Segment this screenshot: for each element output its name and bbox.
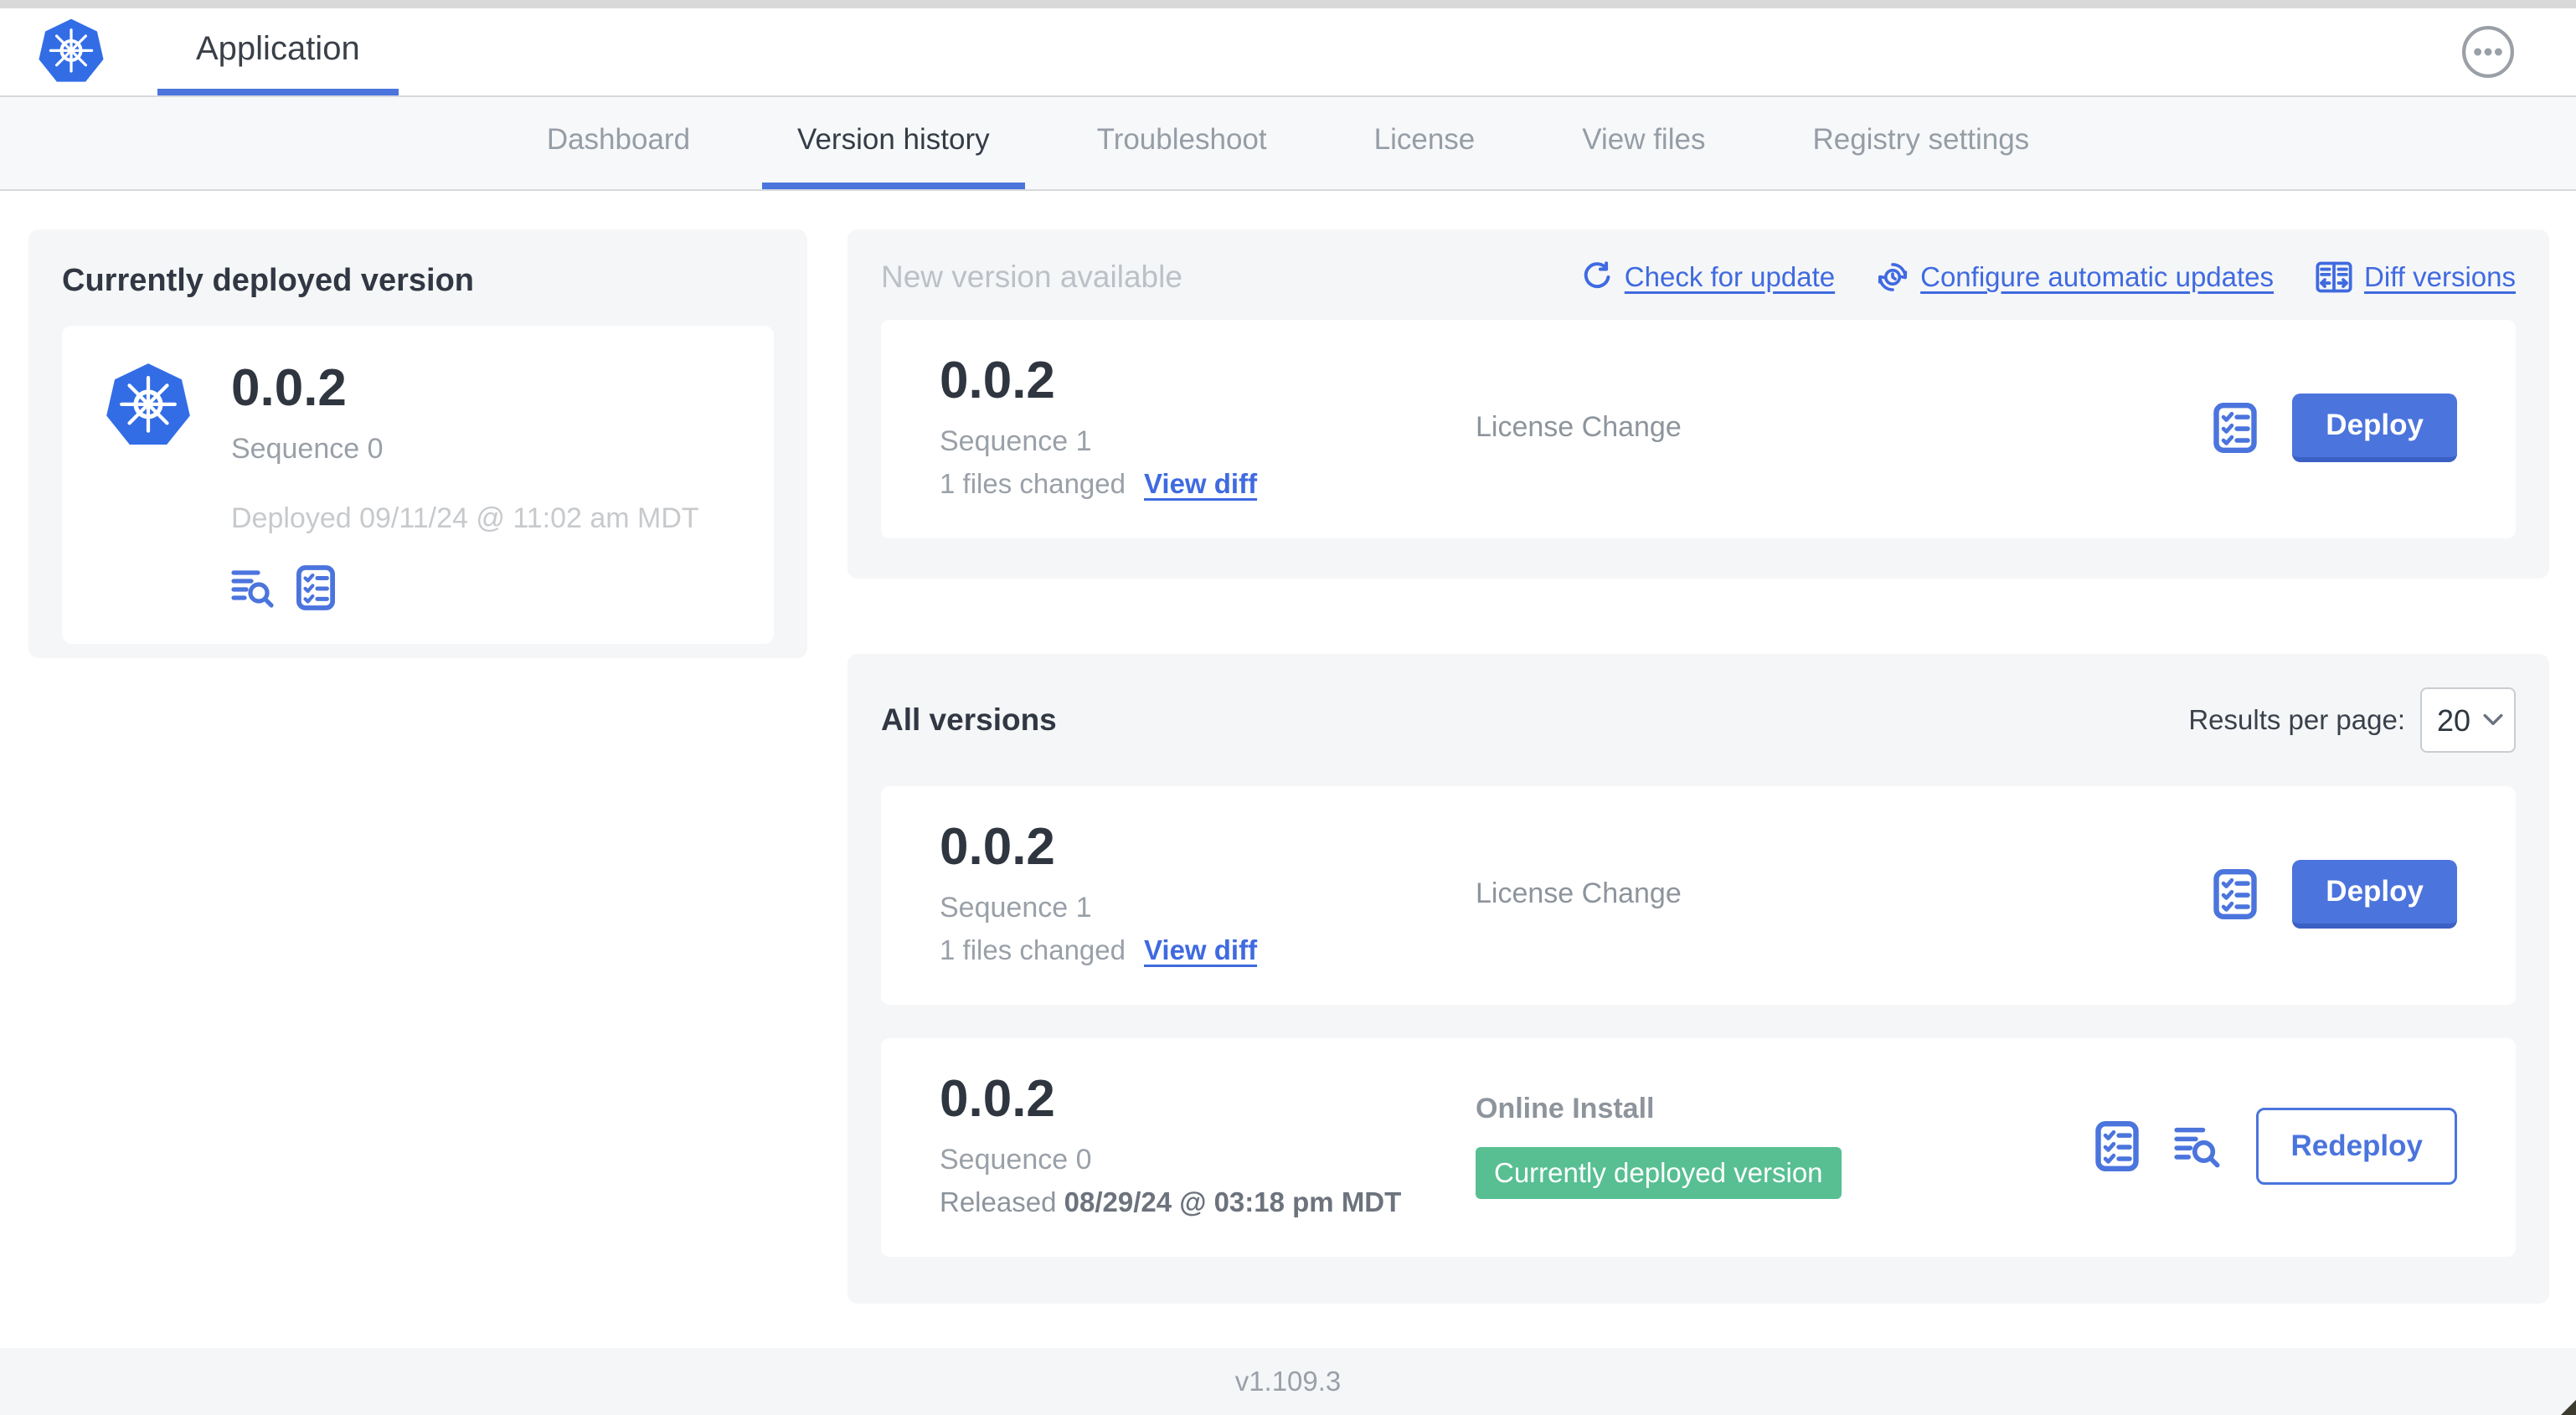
preflight-checks-button[interactable] — [2213, 402, 2258, 453]
currently-deployed-badge: Currently deployed version — [1476, 1147, 1842, 1199]
version-source: Online Install Currently deployed versio… — [1476, 1093, 2095, 1199]
all-versions-header: All versions Results per page: 20 — [881, 687, 2516, 753]
source-label: License Change — [1476, 411, 1682, 443]
version-sequence: Sequence 1 — [940, 425, 1092, 457]
kubernetes-app-icon — [106, 363, 190, 445]
log-search-icon — [231, 570, 274, 608]
currently-deployed-card: 0.0.2 Sequence 0 Deployed 09/11/24 @ 11:… — [62, 326, 774, 644]
version-actions: Deploy — [2213, 859, 2457, 929]
version-info: 0.0.2 Sequence 0 Released 08/29/24 @ 03:… — [940, 1073, 1476, 1218]
diff-versions-link[interactable]: Diff versions — [2316, 260, 2516, 294]
console-version: v1.109.3 — [1234, 1366, 1342, 1397]
nav-tab-dashboard[interactable]: Dashboard — [512, 97, 725, 189]
deploy-logs-button[interactable] — [231, 568, 275, 608]
current-version-number: 0.0.2 — [231, 359, 347, 417]
section-nav: Dashboard Version history Troubleshoot L… — [0, 97, 2576, 191]
files-changed-text: 1 files changed — [940, 468, 1126, 499]
version-source: License Change — [1476, 411, 2213, 444]
version-source: License Change — [1476, 877, 2213, 910]
current-version-deployed-at: Deployed 09/11/24 @ 11:02 am MDT — [231, 502, 699, 534]
checklist-icon — [2213, 402, 2258, 453]
refresh-icon — [1584, 261, 1610, 289]
nav-tab-view-files[interactable]: View files — [1547, 97, 1740, 189]
files-changed-text: 1 files changed — [940, 934, 1126, 965]
version-number: 0.0.2 — [940, 1070, 1055, 1128]
current-version-sequence: Sequence 0 — [231, 433, 384, 465]
overflow-menu-button[interactable] — [2460, 24, 2516, 80]
nav-tab-registry-settings[interactable]: Registry settings — [1777, 97, 2064, 189]
currently-deployed-title: Currently deployed version — [62, 263, 475, 298]
version-info: 0.0.2 Sequence 1 1 files changed View di… — [940, 821, 1476, 966]
deploy-button[interactable]: Deploy — [2292, 393, 2457, 462]
update-actions: Check for update Configure automatic upd… — [1581, 260, 2516, 294]
app-header: Application — [0, 8, 2576, 97]
checklist-icon — [296, 565, 335, 610]
version-rows: 0.0.2 Sequence 1 1 files changed View di… — [881, 786, 2516, 1257]
view-diff-link[interactable]: View diff — [1144, 468, 1257, 500]
nav-tab-version-history[interactable]: Version history — [762, 97, 1025, 189]
current-version-details: 0.0.2 Sequence 0 Deployed 09/11/24 @ 11:… — [231, 359, 699, 610]
results-per-page-select[interactable]: 20 — [2420, 687, 2516, 753]
source-label: License Change — [1476, 877, 1682, 909]
deploy-button[interactable]: Deploy — [2292, 859, 2457, 929]
version-row: 0.0.2 Sequence 0 Released 08/29/24 @ 03:… — [881, 1038, 2516, 1257]
top-border-strip — [0, 0, 2576, 8]
version-actions: Redeploy — [2095, 1107, 2457, 1185]
version-sequence: Sequence 1 — [940, 892, 1092, 924]
version-sequence: Sequence 0 — [940, 1144, 1092, 1176]
checklist-icon — [2095, 1120, 2140, 1171]
currently-deployed-panel: Currently deployed version 0.0.2 Sequenc… — [28, 229, 807, 658]
mouse-cursor — [2561, 1400, 2576, 1415]
view-diff-link[interactable]: View diff — [1144, 934, 1257, 966]
main-content: Currently deployed version 0.0.2 Sequenc… — [0, 191, 2576, 1348]
preflight-checks-button[interactable] — [2095, 1120, 2140, 1171]
new-version-header: New version available Check for update C… — [881, 260, 2516, 295]
configure-automatic-updates-link[interactable]: Configure automatic updates — [1877, 261, 2274, 293]
log-search-icon — [2174, 1127, 2220, 1167]
left-column: Currently deployed version 0.0.2 Sequenc… — [28, 229, 807, 1315]
ellipsis-icon — [2461, 25, 2515, 79]
version-info: 0.0.2 Sequence 1 1 files changed View di… — [940, 355, 1476, 500]
check-for-update-link[interactable]: Check for update — [1581, 261, 1835, 293]
new-version-card: 0.0.2 Sequence 1 1 files changed View di… — [881, 320, 2516, 538]
redeploy-button[interactable]: Redeploy — [2256, 1107, 2457, 1185]
preflight-checks-button[interactable] — [2213, 868, 2258, 919]
nav-tab-license[interactable]: License — [1339, 97, 1511, 189]
files-changed-row: 1 files changed View diff — [940, 468, 1476, 500]
tab-application[interactable]: Application — [157, 8, 399, 95]
files-changed-row: 1 files changed View diff — [940, 934, 1476, 966]
all-versions-panel: All versions Results per page: 20 0.0.2 … — [848, 654, 2549, 1304]
source-label: Online Install — [1476, 1093, 1655, 1124]
nav-tab-troubleshoot[interactable]: Troubleshoot — [1062, 97, 1302, 189]
current-version-actions — [231, 565, 699, 610]
results-per-page-label: Results per page: — [2188, 704, 2405, 735]
version-number: 0.0.2 — [940, 818, 1055, 876]
app-logo — [37, 8, 106, 95]
released-date: 08/29/24 @ 03:18 pm MDT — [1064, 1186, 1402, 1217]
deploy-logs-button[interactable] — [2174, 1124, 2221, 1168]
app-title: Application — [196, 29, 360, 67]
version-actions: Deploy — [2213, 393, 2457, 462]
all-versions-title: All versions — [881, 702, 1057, 737]
results-per-page: Results per page: 20 — [2188, 687, 2516, 753]
app-footer: v1.109.3 — [0, 1348, 2576, 1415]
released-row: Released 08/29/24 @ 03:18 pm MDT — [940, 1186, 1476, 1218]
new-version-panel: New version available Check for update C… — [848, 229, 2549, 579]
version-row: 0.0.2 Sequence 1 1 files changed View di… — [881, 786, 2516, 1005]
new-version-title: New version available — [881, 260, 1182, 294]
preflight-checks-button[interactable] — [296, 565, 335, 610]
kubernetes-logo-icon — [39, 18, 104, 82]
split-diff-icon — [2316, 261, 2352, 293]
released-label: Released — [940, 1186, 1057, 1217]
app-window: Application Dashboard Version history Tr… — [0, 0, 2576, 1415]
version-number: 0.0.2 — [940, 352, 1055, 409]
clock-refresh-icon — [1878, 263, 1908, 291]
right-column: New version available Check for update C… — [848, 229, 2549, 1315]
header-spacer — [399, 8, 2460, 95]
checklist-icon — [2213, 868, 2258, 919]
